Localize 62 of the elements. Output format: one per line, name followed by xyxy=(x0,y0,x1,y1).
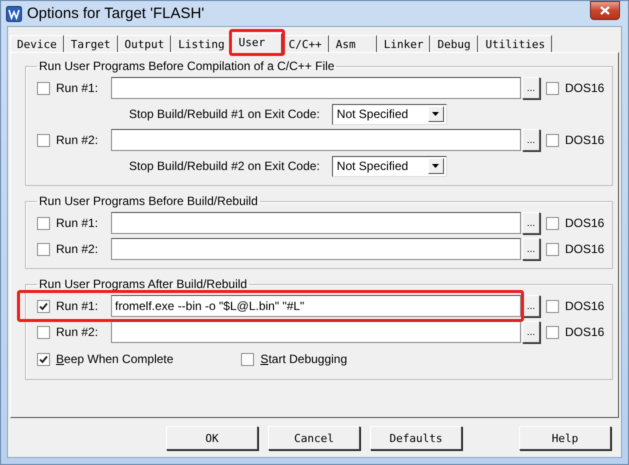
window-title: Options for Target 'FLASH' xyxy=(27,5,206,22)
checkbox[interactable] xyxy=(546,242,559,256)
run-label: Run #2: xyxy=(56,133,98,147)
dos16-label: DOS16 xyxy=(565,133,604,147)
checkbox[interactable] xyxy=(546,216,559,230)
command-field[interactable] xyxy=(111,129,521,151)
command-field[interactable] xyxy=(111,321,521,343)
command-field[interactable] xyxy=(111,212,521,234)
browse-button[interactable]: ... xyxy=(522,129,540,151)
tab[interactable]: Output xyxy=(118,35,172,52)
browse-button[interactable]: ... xyxy=(522,238,540,260)
dialog-button[interactable]: Cancel xyxy=(268,426,360,450)
tab[interactable]: Target xyxy=(64,35,118,52)
checkbox[interactable] xyxy=(37,300,50,312)
checkbox[interactable] xyxy=(37,134,50,146)
close-button[interactable] xyxy=(590,1,620,20)
dos16-label: DOS16 xyxy=(565,242,604,256)
exit-code-dropdown[interactable]: Not Specified xyxy=(332,104,447,124)
tab[interactable]: Debug xyxy=(430,35,478,52)
dos16-label: DOS16 xyxy=(565,325,604,339)
run-label: Run #2: xyxy=(56,242,98,256)
checkbox[interactable] xyxy=(546,300,559,312)
exit-code-dropdown[interactable]: Not Specified xyxy=(332,156,447,176)
exit-code-label: Stop Build/Rebuild #2 on Exit Code: xyxy=(129,159,320,173)
tab[interactable]: Device xyxy=(10,35,64,52)
command-field[interactable] xyxy=(111,77,521,99)
dos16-label: DOS16 xyxy=(565,81,604,95)
dos16-label: DOS16 xyxy=(565,299,604,313)
checkbox[interactable] xyxy=(241,352,254,366)
command-field[interactable]: fromelf.exe --bin -o "$L@L.bin" "#L" xyxy=(111,295,521,317)
checkbox[interactable] xyxy=(37,82,50,94)
browse-button[interactable]: ... xyxy=(522,321,540,343)
group-title: Run User Programs After Build/Rebuild xyxy=(38,277,248,291)
checkbox[interactable] xyxy=(37,216,50,230)
checkbox[interactable] xyxy=(546,326,559,338)
group-title: Run User Programs Before Compilation of a C/C++ File xyxy=(38,59,336,73)
run-label: Run #1: xyxy=(56,216,98,230)
tab[interactable]: Asm xyxy=(328,35,377,52)
checkbox[interactable] xyxy=(546,82,559,94)
run-label: Run #2: xyxy=(56,325,98,339)
command-field[interactable] xyxy=(111,238,521,260)
browse-button[interactable]: ... xyxy=(522,212,540,234)
tab[interactable]: Utilities xyxy=(478,35,552,52)
browse-button[interactable]: ... xyxy=(522,77,540,99)
checkbox[interactable] xyxy=(37,326,50,338)
run-label: Run #1: xyxy=(56,81,98,95)
app-icon xyxy=(6,6,22,22)
dialog-button[interactable]: OK xyxy=(166,426,258,450)
dos16-label: DOS16 xyxy=(565,216,604,230)
option-label: Start Debugging xyxy=(260,352,348,366)
checkbox[interactable] xyxy=(37,242,50,256)
group-title: Run User Programs Before Build/Rebuild xyxy=(38,194,259,208)
tab[interactable]: Linker xyxy=(376,35,430,52)
checkbox[interactable] xyxy=(37,352,50,366)
option-label: Beep When Complete xyxy=(56,352,174,366)
dialog-button[interactable]: Defaults xyxy=(370,426,462,450)
run-label: Run #1: xyxy=(56,299,98,313)
dialog-button[interactable]: Help xyxy=(519,426,611,450)
tab[interactable]: Listing xyxy=(171,35,232,52)
exit-code-label: Stop Build/Rebuild #1 on Exit Code: xyxy=(129,107,320,121)
close-icon xyxy=(600,6,610,15)
checkbox[interactable] xyxy=(546,134,559,146)
